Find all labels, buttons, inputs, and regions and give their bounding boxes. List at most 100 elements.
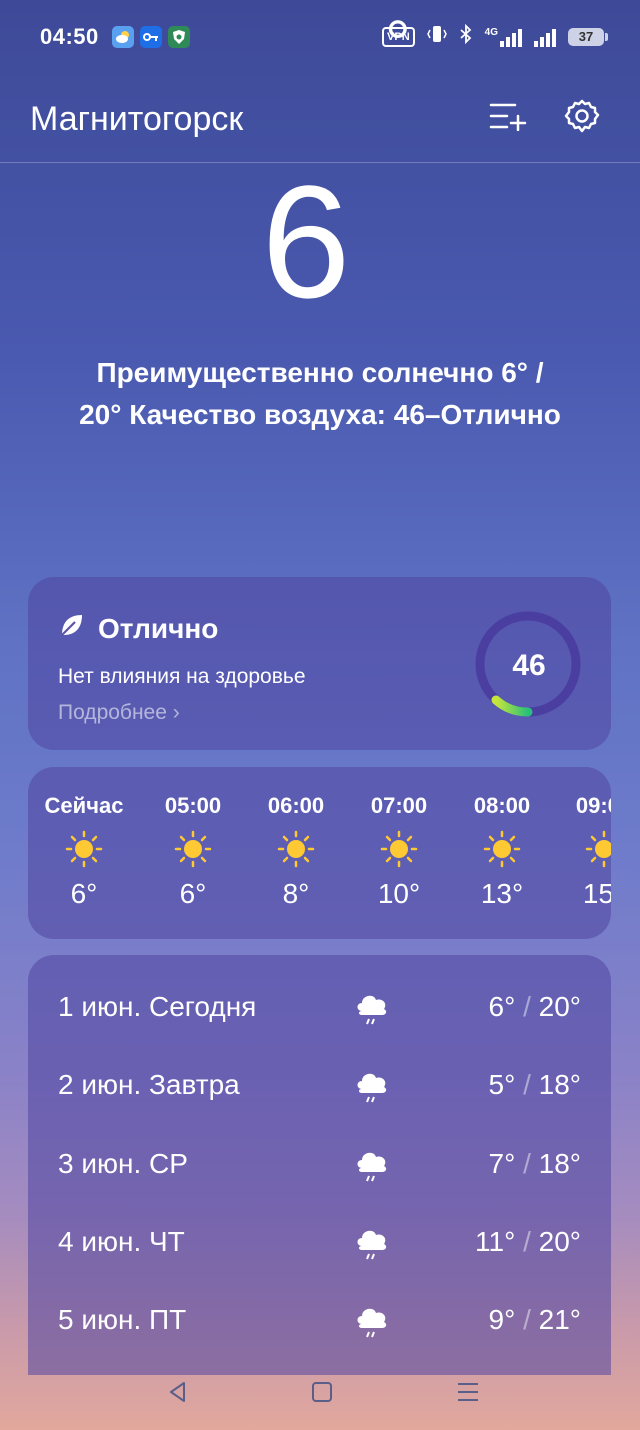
hour-time: 07:00 (370, 793, 428, 818)
day-date: 2 июн. Завтра (58, 1069, 240, 1100)
air-quality-status: Отлично (98, 612, 219, 644)
day-high: 18° (538, 1069, 581, 1100)
status-bar: 04:50 VPN 4G 37 (0, 0, 640, 72)
leaf-icon (58, 611, 86, 646)
network-type: 4G (484, 26, 498, 38)
temp-separator: / (515, 1069, 539, 1100)
notification-icons (112, 26, 190, 48)
day-low: 7° (488, 1148, 516, 1179)
daily-forecast-card[interactable]: 1 июн. Сегодня 6° / 20° 2 июн. Завтра 5°… (28, 955, 611, 1375)
sun-icon (585, 830, 611, 868)
hourly-item: 08:00 13° (452, 793, 552, 910)
day-high: 18° (538, 1148, 581, 1179)
day-low: 9° (488, 1304, 516, 1335)
day-temps: 5° / 18° (489, 1069, 581, 1101)
hour-time: 09:00 (575, 793, 611, 818)
hour-temp: 6° (179, 878, 207, 909)
weather-summary: Преимущественно солнечно 6° / 20° Качест… (20, 352, 620, 436)
home-button[interactable] (302, 1374, 342, 1410)
sun-icon (174, 830, 212, 868)
back-triangle-icon (170, 1382, 185, 1402)
temp-separator: / (515, 1148, 539, 1179)
current-temperature: 6 (0, 150, 640, 334)
hour-temp: 13° (480, 878, 524, 909)
day-date: 1 июн. Сегодня (58, 991, 257, 1022)
summary-line-1: Преимущественно солнечно 6° / (96, 357, 544, 388)
status-time: 04:50 (40, 24, 99, 49)
rain-cloud-icon (357, 1230, 387, 1260)
hour-time: 06:00 (267, 793, 325, 818)
home-square-icon (312, 1382, 332, 1402)
hourly-item: 05:00 6° (143, 793, 243, 910)
day-temps: 9° / 21° (489, 1304, 581, 1336)
hourly-forecast-card[interactable]: Сейчас 6° 05:00 6° 06:00 8° 07:00 10° 08… (28, 767, 611, 939)
signal-icon (534, 27, 556, 47)
day-date: 3 июн. СР (58, 1148, 188, 1179)
day-high: 20° (538, 991, 581, 1022)
day-date: 5 июн. ПТ (58, 1304, 187, 1335)
current-temp-value: 6 (261, 152, 351, 331)
temp-separator: / (515, 1226, 539, 1257)
sun-icon (277, 830, 315, 868)
day-temps: 7° / 18° (489, 1148, 581, 1180)
day-high: 20° (538, 1226, 581, 1257)
bluetooth-icon (459, 23, 473, 49)
hour-temp: 10° (377, 878, 421, 909)
rain-cloud-icon (357, 995, 387, 1025)
city-name[interactable]: Магнитогорск (30, 100, 243, 139)
day-low: 11° (475, 1226, 516, 1257)
air-quality-title: Отлично (58, 611, 218, 646)
status-right: VPN 4G 37 (382, 23, 608, 49)
back-button[interactable] (158, 1374, 198, 1410)
daily-row[interactable]: 5 июн. ПТ 9° / 21° (28, 1286, 611, 1356)
rain-cloud-icon (357, 1308, 387, 1338)
rain-cloud-icon (357, 1152, 387, 1182)
mobile-signal-4g: 4G (485, 27, 522, 47)
air-quality-index: 46 (512, 649, 546, 682)
weather-app-icon (112, 26, 134, 48)
rain-cloud-icon (357, 1073, 387, 1103)
hour-temp: 8° (282, 878, 310, 909)
list-add-icon (489, 101, 527, 136)
air-quality-more-link[interactable]: Подробнее › (58, 701, 180, 725)
hour-temp: 15° (582, 878, 611, 909)
temp-separator: / (515, 1304, 539, 1335)
gear-icon (564, 98, 600, 139)
day-temps: 11° / 20° (475, 1226, 581, 1258)
temp-separator: / (515, 991, 539, 1022)
system-nav-bar (0, 1352, 640, 1430)
hour-time: Сейчас (44, 793, 124, 818)
day-low: 6° (488, 991, 516, 1022)
day-date: 4 июн. ЧТ (58, 1226, 185, 1257)
menu-lines-icon (458, 1383, 478, 1401)
current-temp-degree: ° (385, 7, 411, 79)
hourly-item: 07:00 10° (349, 793, 449, 910)
daily-row[interactable]: 4 июн. ЧТ 11° / 20° (28, 1208, 611, 1278)
hourly-item: 09:00 15° (554, 793, 611, 910)
day-low: 5° (488, 1069, 516, 1100)
hour-time: 05:00 (164, 793, 222, 818)
daily-row[interactable]: 2 июн. Завтра 5° / 18° (28, 1051, 611, 1121)
add-city-button[interactable] (484, 94, 532, 142)
hour-temp: 6° (70, 878, 98, 909)
air-quality-subtitle: Нет влияния на здоровье (58, 665, 306, 688)
settings-button[interactable] (558, 94, 606, 142)
day-high: 21° (538, 1304, 581, 1335)
sun-icon (380, 830, 418, 868)
key-icon (140, 26, 162, 48)
battery-icon: 37 (568, 27, 608, 46)
daily-row[interactable]: 3 июн. СР 7° / 18° (28, 1130, 611, 1200)
recents-button[interactable] (448, 1374, 488, 1410)
daily-row[interactable]: 1 июн. Сегодня 6° / 20° (28, 973, 611, 1043)
summary-line-2: 20° Качество воздуха: 46–Отлично (79, 399, 561, 430)
day-temps: 6° / 20° (489, 991, 581, 1023)
sun-icon (483, 830, 521, 868)
chevron-right-icon: › (172, 701, 180, 724)
more-link-label: Подробнее (58, 701, 167, 724)
sun-icon (65, 830, 103, 868)
hourly-item: Сейчас 6° (34, 793, 134, 910)
shield-icon (168, 26, 190, 48)
hourly-item: 06:00 8° (246, 793, 346, 910)
hour-time: 08:00 (473, 793, 531, 818)
air-quality-card[interactable]: Отлично Нет влияния на здоровье Подробне… (28, 577, 611, 750)
